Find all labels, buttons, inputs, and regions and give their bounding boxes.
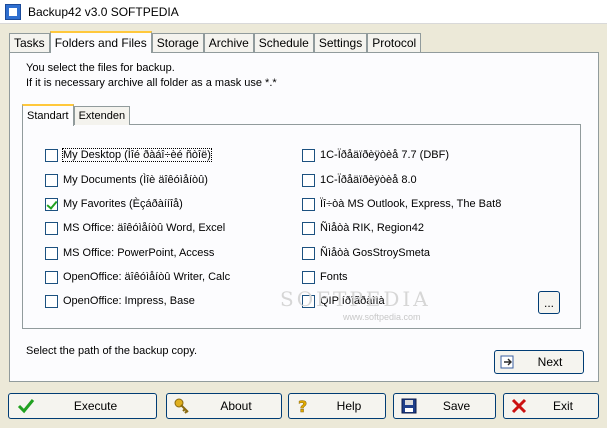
- checkbox-label: OpenOffice: Impress, Base: [63, 295, 195, 307]
- next-button[interactable]: Next: [494, 350, 584, 374]
- next-button-label: Next: [537, 355, 563, 369]
- sub-tabs: Standart Extenden: [22, 103, 131, 126]
- checkbox-label: My Desktop (Ìîé ðàáî÷èé ñòîë): [62, 148, 212, 162]
- checkbox-label: 1C-Ïðåäïðèÿòèå 7.7 (DBF): [320, 149, 450, 161]
- svg-text:?: ?: [298, 397, 307, 415]
- tab-protocol[interactable]: Protocol: [367, 33, 422, 52]
- question-mark-icon: ?: [298, 397, 308, 415]
- tab-folders-and-files[interactable]: Folders and Files: [49, 31, 152, 53]
- checkbox-box[interactable]: [45, 270, 58, 284]
- checkbox-label: Ïî÷òà MS Outlook, Express, The Bat8: [320, 198, 502, 210]
- checkbox-label: MS Office: äîêóìåíòû Word, Excel: [63, 222, 226, 234]
- title-bar: Backup42 v3.0 SOFTPEDIA: [0, 0, 607, 24]
- checkbox-my-documents[interactable]: My Documents (Ìîè äîêóìåíòû): [45, 172, 208, 188]
- checkbox-box[interactable]: [302, 173, 315, 187]
- checkbox-box[interactable]: [45, 221, 58, 235]
- checkbox-smeta-rik[interactable]: Ñìåòà RIK, Region42: [302, 220, 424, 236]
- checkbox-label: Ñìåòà RIK, Region42: [320, 222, 424, 234]
- browse-button-label: ...: [543, 295, 554, 310]
- checkbox-box[interactable]: [45, 173, 58, 187]
- close-icon: [511, 398, 527, 414]
- key-icon: [174, 398, 189, 414]
- tab-settings[interactable]: Settings: [313, 33, 368, 52]
- check-icon: [17, 399, 35, 414]
- checkbox-mail-clients[interactable]: Ïî÷òà MS Outlook, Express, The Bat8: [302, 196, 501, 212]
- checkbox-ms-office-powerpoint-access[interactable]: MS Office: PowerPoint, Access: [45, 245, 214, 261]
- checkbox-box[interactable]: [302, 221, 315, 235]
- checkbox-1c-77[interactable]: 1C-Ïðåäïðèÿòèå 7.7 (DBF): [302, 147, 449, 163]
- save-button[interactable]: Save: [393, 393, 496, 419]
- exit-button[interactable]: Exit: [503, 393, 599, 419]
- checkbox-label: OpenOffice: äîêóìåíòû Writer, Calc: [63, 271, 231, 283]
- info-line-1: You select the files for backup.: [26, 62, 175, 74]
- checkbox-fonts[interactable]: Fonts: [302, 269, 348, 285]
- checkbox-label: MS Office: PowerPoint, Access: [63, 247, 215, 259]
- checkbox-openoffice-writer-calc[interactable]: OpenOffice: äîêóìåíòû Writer, Calc: [45, 269, 230, 285]
- main-tabs: Tasks Folders and Files Storage Archive …: [9, 31, 422, 53]
- tab-extenden[interactable]: Extenden: [73, 106, 131, 125]
- checkbox-label: 1C-Ïðåäïðèÿòèå 8.0: [320, 174, 417, 186]
- tab-standart[interactable]: Standart: [22, 104, 74, 126]
- softpedia-watermark-url: www.softpedia.com: [343, 312, 421, 322]
- execute-button-label: Execute: [73, 399, 118, 413]
- checkbox-my-favorites[interactable]: My Favorites (Èçáðàííîå): [45, 196, 183, 212]
- about-button[interactable]: About: [166, 393, 282, 419]
- checkbox-label: My Favorites (Èçáðàííîå): [63, 198, 183, 210]
- exit-button-label: Exit: [552, 399, 573, 413]
- window-title: Backup42 v3.0 SOFTPEDIA: [28, 5, 179, 19]
- tab-storage[interactable]: Storage: [151, 33, 204, 52]
- execute-button[interactable]: Execute: [8, 393, 157, 419]
- info-line-2: If it is necessary archive all folder as…: [26, 77, 277, 89]
- checkbox-ms-office-word-excel[interactable]: MS Office: äîêóìåíòû Word, Excel: [45, 220, 225, 236]
- checkbox-box[interactable]: [302, 197, 315, 211]
- checkbox-box[interactable]: [45, 197, 58, 211]
- checkbox-openoffice-impress-base[interactable]: OpenOffice: Impress, Base: [45, 293, 195, 309]
- tab-tasks[interactable]: Tasks: [9, 33, 50, 52]
- checkbox-box[interactable]: [45, 294, 58, 308]
- checkbox-label: Ñìåòà GosStroySmeta: [320, 247, 431, 259]
- path-prompt: Select the path of the backup copy.: [26, 345, 198, 357]
- browse-button[interactable]: ...: [538, 291, 560, 314]
- checkbox-box[interactable]: [302, 148, 315, 162]
- checkbox-box[interactable]: [45, 148, 58, 162]
- next-icon: [500, 355, 514, 369]
- checkbox-label: My Documents (Ìîè äîêóìåíòû): [63, 174, 208, 186]
- checkbox-1c-80[interactable]: 1C-Ïðåäïðèÿòèå 8.0: [302, 172, 417, 188]
- save-button-label: Save: [442, 399, 471, 413]
- floppy-disk-icon: [401, 398, 417, 414]
- tab-archive[interactable]: Archive: [203, 33, 254, 52]
- checkbox-box[interactable]: [302, 270, 315, 284]
- about-button-label: About: [220, 399, 252, 413]
- checkbox-box[interactable]: [45, 246, 58, 260]
- checkbox-smeta-gosstroysmeta[interactable]: Ñìåòà GosStroySmeta: [302, 245, 430, 261]
- app-icon: [5, 4, 21, 20]
- checkbox-label: Fonts: [320, 271, 348, 283]
- checkbox-box[interactable]: [302, 246, 315, 260]
- help-button-label: Help: [336, 399, 362, 413]
- tab-schedule[interactable]: Schedule: [253, 33, 314, 52]
- checkbox-my-desktop[interactable]: My Desktop (Ìîé ðàáî÷èé ñòîë): [45, 147, 212, 163]
- app-window: Backup42 v3.0 SOFTPEDIA Tasks Folders an…: [0, 0, 607, 428]
- help-button[interactable]: ? Help: [288, 393, 386, 419]
- softpedia-watermark: SOFTPEDIA: [280, 287, 431, 311]
